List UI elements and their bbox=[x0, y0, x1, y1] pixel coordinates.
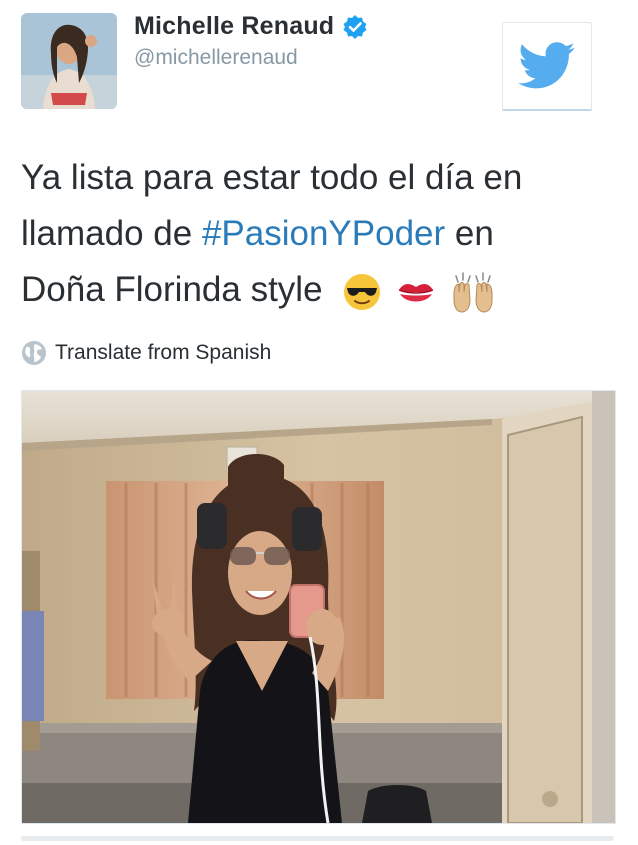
tweet-text-segment: llamado de bbox=[21, 214, 202, 253]
divider bbox=[21, 836, 614, 841]
tweet-text: Ya lista para estar todo el día en llama… bbox=[21, 150, 621, 318]
name-row: Michelle Renaud bbox=[134, 12, 368, 41]
sunglasses-face-icon bbox=[344, 273, 381, 310]
tweet-line-3: Doña Florinda style bbox=[21, 262, 621, 318]
tweet-line-2: llamado de #PasionYPoder en bbox=[21, 206, 621, 262]
hashtag-link[interactable]: #PasionYPoder bbox=[202, 214, 445, 253]
tweet-text-segment: en bbox=[445, 214, 494, 253]
user-name[interactable]: Michelle Renaud bbox=[134, 12, 334, 41]
tweet-header: Michelle Renaud @michellerenaud bbox=[0, 0, 638, 120]
tweet-text-segment: Doña Florinda style bbox=[21, 270, 323, 309]
tweet-photo[interactable] bbox=[21, 390, 616, 824]
twitter-logo-button[interactable] bbox=[502, 22, 592, 111]
avatar[interactable] bbox=[21, 13, 117, 109]
user-handle[interactable]: @michellerenaud bbox=[134, 46, 298, 70]
twitter-bird-icon bbox=[518, 42, 575, 89]
tweet-text-segment: Ya lista para estar todo el día en bbox=[21, 158, 523, 197]
tweet-photo-image bbox=[22, 391, 615, 823]
tweet-line-1: Ya lista para estar todo el día en bbox=[21, 150, 621, 206]
kiss-mark-icon bbox=[398, 283, 434, 302]
verified-badge-icon bbox=[343, 14, 367, 39]
raised-hands-icon bbox=[453, 272, 493, 313]
translate-label[interactable]: Translate from Spanish bbox=[55, 341, 271, 365]
globe-icon bbox=[22, 341, 46, 365]
translate-link[interactable]: Translate from Spanish bbox=[21, 340, 271, 366]
